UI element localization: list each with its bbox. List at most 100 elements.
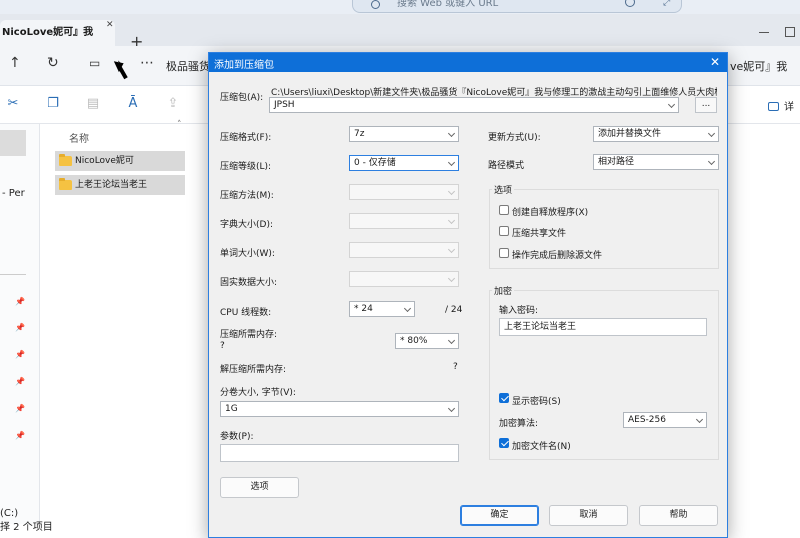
chevron-down-icon xyxy=(695,415,704,424)
add-to-archive-dialog: 添加到压缩包 ✕ 压缩包(A): C:\Users\liuxi\Desktop\… xyxy=(208,52,728,538)
pin-icon: 📌 xyxy=(15,323,25,332)
folder-icon xyxy=(59,154,72,166)
cut-icon[interactable]: ✂ xyxy=(6,97,20,111)
volume-combo[interactable]: 1G xyxy=(220,401,459,417)
params-label: 参数(P): xyxy=(220,432,254,442)
file-name: NicoLove妮可 xyxy=(75,156,134,166)
refresh-icon[interactable]: ↻ xyxy=(47,56,59,70)
pathmode-combo[interactable]: 相对路径 xyxy=(593,154,719,170)
level-combo[interactable]: 0 - 仅存储 xyxy=(349,155,459,171)
archive-name-combo[interactable]: JPSH xyxy=(269,97,679,113)
show-password-label[interactable]: 显示密码(S) xyxy=(512,394,561,407)
encrypt-names-label[interactable]: 加密文件名(N) xyxy=(512,439,571,452)
archive-name-value: JPSH xyxy=(274,100,295,110)
sfx-checkbox[interactable] xyxy=(499,205,509,215)
format-label: 压缩格式(F): xyxy=(220,133,272,143)
details-button[interactable]: 详 xyxy=(768,98,794,113)
cancel-button[interactable]: 取消 xyxy=(549,505,628,526)
solid-label: 固实数据大小: xyxy=(220,278,278,288)
dict-combo[interactable] xyxy=(349,213,459,229)
method-combo[interactable] xyxy=(349,184,459,200)
chevron-down-icon xyxy=(707,129,716,138)
options-group-title: 选项 xyxy=(492,183,515,196)
breadcrumb-right[interactable]: ve妮可』我 xyxy=(730,58,787,74)
monitor-icon[interactable]: ▭ xyxy=(89,56,100,70)
web-search-bar[interactable]: 搜索 Web 或键入 URL ⤢ xyxy=(352,0,682,13)
chevron-down-icon xyxy=(403,304,412,313)
up-arrow-icon[interactable]: ↑ xyxy=(9,56,21,70)
nav-item-partial[interactable]: - Per xyxy=(2,188,25,199)
delete-label[interactable]: 操作完成后删除源文件 xyxy=(512,248,602,261)
list-item[interactable]: NicoLove妮可 xyxy=(55,151,185,171)
volume-label: 分卷大小, 字节(V): xyxy=(220,388,296,398)
web-search-placeholder: 搜索 Web 或键入 URL xyxy=(397,0,499,9)
enc-method-combo[interactable]: AES-256 xyxy=(623,412,707,428)
password-input[interactable]: 上老王论坛当老王 xyxy=(499,318,707,336)
dialog-title: 添加到压缩包 xyxy=(214,60,274,71)
encrypt-names-checkbox[interactable] xyxy=(499,438,509,448)
sfx-label[interactable]: 创建自释放程序(X) xyxy=(512,205,588,218)
shared-checkbox[interactable] xyxy=(499,226,509,236)
search-icon xyxy=(371,0,380,9)
paste-icon[interactable]: ▤ xyxy=(86,97,100,111)
close-icon[interactable]: ✕ xyxy=(707,54,723,70)
chevron-down-icon xyxy=(447,404,456,413)
chevron-down-icon xyxy=(667,100,676,109)
level-value: 0 - 仅存储 xyxy=(354,158,396,168)
tab-title: NicoLove妮可』我 xyxy=(2,27,94,38)
chevron-down-icon xyxy=(447,216,456,225)
list-item[interactable]: 上老王论坛当老王 xyxy=(55,175,185,195)
level-label: 压缩等级(L): xyxy=(220,162,272,172)
pin-icon: 📌 xyxy=(15,404,25,413)
archive-label: 压缩包(A): xyxy=(220,93,264,103)
dialog-titlebar[interactable]: 添加到压缩包 ✕ xyxy=(209,53,727,72)
share-icon[interactable]: ⇪ xyxy=(166,97,180,111)
params-input[interactable] xyxy=(220,444,459,462)
update-combo[interactable]: 添加并替换文件 xyxy=(593,126,719,142)
cpu-combo[interactable]: * 24 xyxy=(349,301,415,317)
details-label: 详 xyxy=(784,102,794,113)
browser-tab[interactable]: NicoLove妮可』我 xyxy=(0,20,115,46)
file-name: 上老王论坛当老王 xyxy=(75,180,148,190)
breadcrumb[interactable]: 极品骚货 xyxy=(166,58,210,74)
nav-divider xyxy=(0,274,26,275)
method-label: 压缩方法(M): xyxy=(220,191,274,201)
delete-checkbox[interactable] xyxy=(499,248,509,258)
cpu-value: * 24 xyxy=(354,304,373,314)
chevron-down-icon xyxy=(447,245,456,254)
mem-label: 压缩所需内存: xyxy=(220,330,278,340)
options-button[interactable]: 选项 xyxy=(220,477,299,498)
expand-icon[interactable]: ⤢ xyxy=(663,0,670,9)
copy-icon[interactable]: ❐ xyxy=(46,97,60,111)
decomp-label: 解压缩所需内存: xyxy=(220,365,287,375)
sort-chevron-icon[interactable]: ˄ xyxy=(177,120,182,130)
column-header-name[interactable]: 名称 xyxy=(69,130,89,145)
password-label: 输入密码: xyxy=(499,306,539,316)
nav-item-selected[interactable] xyxy=(0,130,26,156)
update-value: 添加并替换文件 xyxy=(598,129,662,139)
format-combo[interactable]: 7z xyxy=(349,126,459,142)
rename-icon[interactable]: Ā xyxy=(126,97,140,111)
maximize-icon[interactable] xyxy=(785,27,795,37)
volume-value: 1G xyxy=(225,404,238,414)
chevron-down-icon xyxy=(447,274,456,283)
solid-combo[interactable] xyxy=(349,271,459,287)
browse-button[interactable]: ... xyxy=(695,97,717,113)
tab-close-icon[interactable]: ✕ xyxy=(106,20,114,30)
shared-label[interactable]: 压缩共享文件 xyxy=(512,226,566,239)
minimize-icon[interactable] xyxy=(759,32,769,33)
tab-bar: NicoLove妮可』我 ✕ + xyxy=(0,14,800,50)
more-icon[interactable]: ⋯ xyxy=(140,56,154,70)
mem-combo[interactable]: * 80% xyxy=(395,333,459,349)
show-password-checkbox[interactable] xyxy=(499,393,509,403)
word-combo[interactable] xyxy=(349,242,459,258)
dict-label: 字典大小(D): xyxy=(220,220,273,230)
format-value: 7z xyxy=(354,129,365,139)
enc-method-value: AES-256 xyxy=(628,415,666,425)
enc-method-label: 加密算法: xyxy=(499,419,539,429)
ok-button[interactable]: 确定 xyxy=(460,505,539,526)
encryption-group-title: 加密 xyxy=(492,284,515,297)
help-button[interactable]: 帮助 xyxy=(639,505,718,526)
pathmode-value: 相对路径 xyxy=(598,157,635,167)
copilot-icon[interactable] xyxy=(625,0,635,7)
